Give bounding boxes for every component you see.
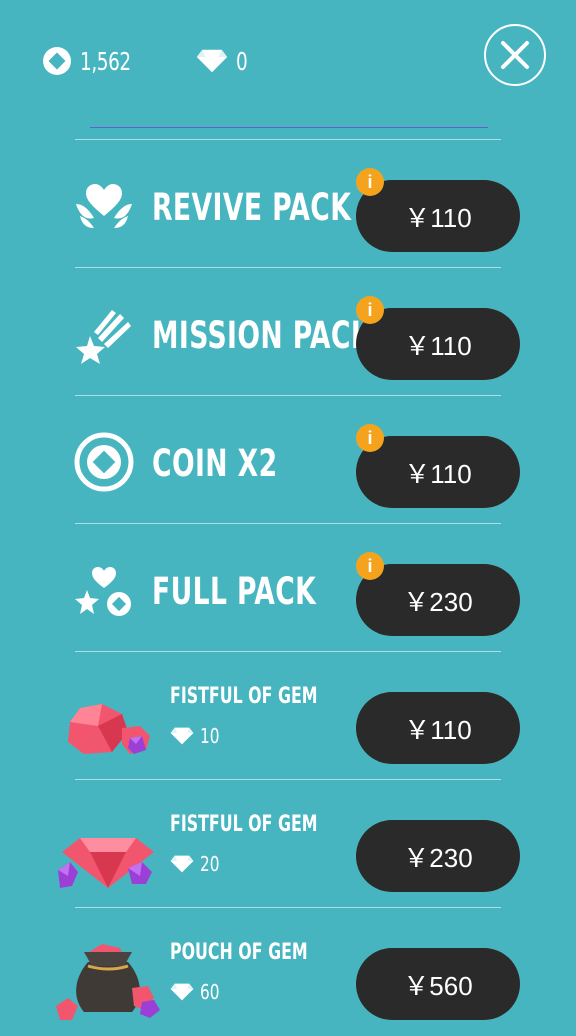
diamond-icon	[170, 983, 194, 1001]
diamond-icon	[196, 49, 228, 73]
pack-name: FULL PACK	[152, 570, 317, 613]
gem-balance: 0	[196, 44, 250, 78]
shop-item-mission-pack: MISSION PACK ￥110 i	[0, 268, 576, 396]
pack-name: REVIVE PACK	[152, 186, 352, 229]
shop-item-gem-10: FISTFUL OF GEM 10 ￥110	[0, 652, 576, 780]
coin-count: 1,562	[80, 46, 131, 76]
shop-item-coin-x2: COIN X2 ￥110 i	[0, 396, 576, 524]
gem-pack-title: FISTFUL OF GEM	[170, 812, 318, 837]
diamond-icon	[170, 855, 194, 873]
diamond-icon	[170, 727, 194, 745]
shooting-star-icon	[76, 310, 131, 364]
gem-pouch-icon	[56, 944, 160, 1020]
info-badge[interactable]: i	[356, 296, 384, 324]
close-button[interactable]	[484, 24, 546, 86]
shop-item-full-pack: FULL PACK ￥230 i	[0, 524, 576, 652]
close-icon	[501, 41, 529, 69]
pack-name: MISSION PACK	[152, 314, 372, 357]
coin-icon	[74, 432, 134, 492]
coin-balance: 1,562	[42, 44, 142, 78]
gem-amount-value: 20	[200, 852, 220, 876]
shop-item-revive-pack: REVIVE PACK ￥110 i	[0, 140, 576, 268]
info-badge[interactable]: i	[356, 168, 384, 196]
heart-star-coin-icon	[75, 567, 131, 616]
gem-amount: 10	[170, 724, 223, 748]
gem-count: 0	[236, 46, 248, 76]
gem-cluster-icon	[58, 838, 154, 888]
gem-amount: 60	[170, 980, 223, 1004]
gem-pile-icon	[68, 704, 150, 754]
info-badge[interactable]: i	[356, 552, 384, 580]
scroll-indicator	[90, 127, 488, 128]
buy-button[interactable]: ￥110	[356, 692, 520, 764]
coin-icon	[43, 47, 71, 75]
gem-amount-value: 60	[200, 980, 220, 1004]
shop-item-gem-20: FISTFUL OF GEM 20 ￥230	[0, 780, 576, 908]
top-bar: 1,562 0	[0, 0, 576, 120]
buy-button[interactable]: ￥230	[356, 820, 520, 892]
pack-name: COIN X2	[152, 442, 278, 485]
buy-button[interactable]: ￥560	[356, 948, 520, 1020]
heart-wings-icon	[76, 184, 132, 228]
gem-pack-title: POUCH OF GEM	[170, 940, 308, 965]
gem-amount-value: 10	[200, 724, 220, 748]
gem-pack-title: FISTFUL OF GEM	[170, 684, 318, 709]
info-badge[interactable]: i	[356, 424, 384, 452]
shop-item-gem-60: POUCH OF GEM 60 ￥560	[0, 908, 576, 1036]
gem-amount: 20	[170, 852, 223, 876]
